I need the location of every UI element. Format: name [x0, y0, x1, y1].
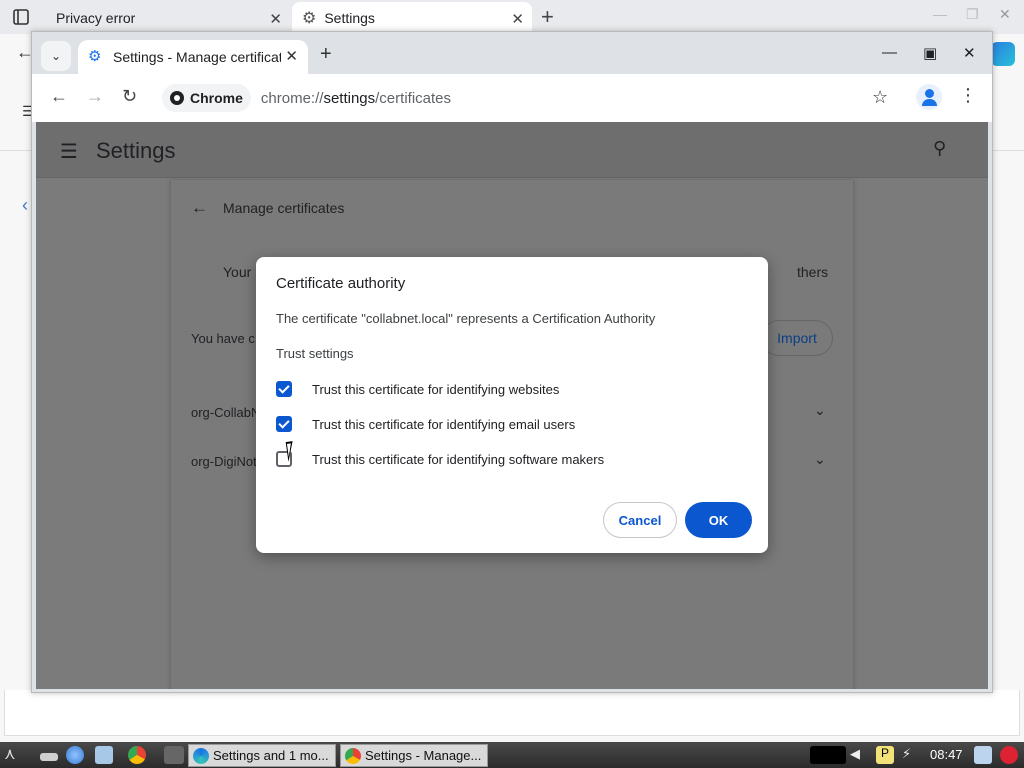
chevron-down-icon[interactable]: ⌄ [814, 402, 826, 419]
tab-actions-icon[interactable] [12, 8, 30, 26]
restore-icon[interactable]: ❐ [966, 6, 979, 23]
edge-tab-label: Settings [324, 10, 375, 26]
chrome-tab-strip: ⌄ ⚙ Settings - Manage certificates ✕ + —… [32, 32, 992, 74]
edge-tab-label: Privacy error [56, 10, 136, 26]
trust-websites-checkbox[interactable] [276, 381, 292, 397]
new-tab-icon[interactable]: + [320, 43, 332, 66]
trust-websites-option[interactable]: Trust this certificate for identifying w… [276, 381, 559, 397]
taskbar-item-label: Settings and 1 mo... [213, 748, 329, 763]
close-icon[interactable]: ✕ [269, 10, 282, 28]
edge-icon [193, 748, 209, 764]
minimize-icon[interactable]: — [933, 6, 947, 22]
chevron-down-icon[interactable]: ⌄ [814, 451, 826, 468]
person-icon [924, 89, 934, 98]
close-icon[interactable]: ✕ [963, 44, 976, 62]
option-label: Trust this certificate for identifying s… [312, 451, 605, 467]
show-desktop-icon[interactable] [40, 753, 58, 761]
close-icon[interactable]: ✕ [285, 47, 298, 65]
tab-title: Settings - Manage certificates [113, 49, 281, 65]
certificates-count-text: You have c [191, 331, 255, 346]
page-title: Settings [96, 138, 176, 163]
option-label: Trust this certificate for identifying e… [312, 416, 576, 432]
tab-settings-manage-certificates[interactable]: ⚙ Settings - Manage certificates ✕ [78, 40, 308, 74]
forward-arrow-icon[interactable]: → [86, 86, 104, 107]
taskbar-item-label: Settings - Manage... [365, 748, 482, 763]
search-icon[interactable]: ⚲ [933, 138, 946, 159]
edge-frame-bottom [4, 690, 1020, 736]
close-icon[interactable]: ✕ [999, 6, 1011, 23]
address-bar[interactable]: Chrome chrome://settings/certificates [158, 80, 894, 116]
chrome-icon [345, 748, 361, 764]
copilot-icon[interactable] [991, 42, 1015, 66]
trust-software-option[interactable]: Trust this certificate for identifying s… [276, 451, 604, 467]
minimize-icon[interactable]: — [882, 44, 897, 61]
import-button[interactable]: Import [761, 320, 833, 356]
option-label: Trust this certificate for identifying w… [312, 381, 560, 397]
edge-tab-strip: Privacy error ✕ ⚙ Settings ✕ + — ❐ ✕ [0, 0, 1024, 34]
cpu-monitor-icon [810, 746, 846, 764]
section-title: Manage certificates [223, 200, 345, 216]
dialog-description: The certificate "collabnet.local" repres… [276, 311, 656, 326]
bookmark-star-icon[interactable]: ☆ [872, 87, 888, 108]
tab-search-button[interactable]: ⌄ [41, 41, 71, 71]
settings-header: ☰ Settings ⚲ [36, 122, 988, 178]
certificate-org-row[interactable]: org-CollabN [191, 405, 260, 420]
chrome-toolbar: ← → ↻ Chrome chrome://settings/certifica… [32, 74, 992, 122]
cancel-button[interactable]: Cancel [603, 502, 677, 538]
file-manager-icon[interactable] [95, 746, 113, 764]
taskbar-item-edge[interactable]: Settings and 1 mo... [188, 744, 336, 767]
ok-button[interactable]: OK [685, 502, 752, 538]
start-menu-icon[interactable]: ⋏ [4, 744, 22, 763]
network-icon[interactable] [66, 746, 84, 764]
clock: 08:47 [930, 747, 963, 762]
trust-email-checkbox[interactable] [276, 416, 292, 432]
dialog-title: Certificate authority [276, 275, 406, 292]
reload-icon[interactable]: ↻ [122, 86, 137, 107]
launcher-icon[interactable] [164, 746, 184, 764]
divider [990, 150, 1024, 151]
gear-icon: ⚙ [88, 48, 102, 65]
volume-icon[interactable]: ◀ [850, 746, 860, 762]
power-icon[interactable] [1000, 746, 1018, 764]
taskbar-item-chrome[interactable]: Settings - Manage... [340, 744, 488, 767]
person-icon-body [921, 99, 937, 106]
profile-avatar[interactable] [916, 84, 942, 110]
info-text-end: thers [797, 264, 829, 280]
hamburger-menu-icon[interactable]: ☰ [60, 139, 78, 164]
close-icon[interactable]: ✕ [511, 10, 524, 28]
url-host: settings [323, 89, 376, 107]
taskbar: ⋏ Settings and 1 mo... Settings - Manage… [0, 742, 1024, 768]
back-arrow-icon[interactable]: ← [191, 198, 208, 218]
url-path: /certificates [375, 89, 451, 107]
chip-label: Chrome [190, 90, 243, 106]
display-icon[interactable] [974, 746, 992, 764]
chrome-icon[interactable] [128, 746, 146, 764]
site-info-chip[interactable]: Chrome [162, 84, 251, 112]
certificate-authority-dialog: Certificate authority The certificate "c… [256, 257, 768, 553]
mouse-cursor-icon [285, 440, 303, 462]
maximize-icon[interactable]: ▣ [923, 44, 937, 62]
back-arrow-icon[interactable]: ← [50, 86, 68, 107]
clipboard-icon[interactable]: P [876, 746, 894, 764]
url-scheme: chrome:// [260, 89, 324, 107]
url-text[interactable]: chrome://settings/certificates [261, 90, 451, 107]
trust-email-option[interactable]: Trust this certificate for identifying e… [276, 416, 575, 432]
edge-tab-settings[interactable]: ⚙ Settings ✕ [292, 2, 532, 34]
chevron-left-icon[interactable]: ‹ [22, 195, 28, 216]
chrome-logo-icon [170, 91, 184, 105]
edge-tab-privacy-error[interactable]: Privacy error ✕ [46, 2, 290, 34]
new-tab-icon[interactable]: + [541, 4, 554, 30]
gear-icon: ⚙ [302, 10, 317, 27]
more-options-icon[interactable]: ⋮ [959, 85, 977, 106]
chevron-down-icon: ⌄ [50, 49, 62, 63]
network-tray-icon[interactable]: ⚡ [902, 746, 911, 762]
info-text-start: Your [223, 264, 252, 280]
trust-settings-heading: Trust settings [276, 346, 354, 361]
certificate-org-row[interactable]: org-DigiNot [191, 454, 257, 469]
